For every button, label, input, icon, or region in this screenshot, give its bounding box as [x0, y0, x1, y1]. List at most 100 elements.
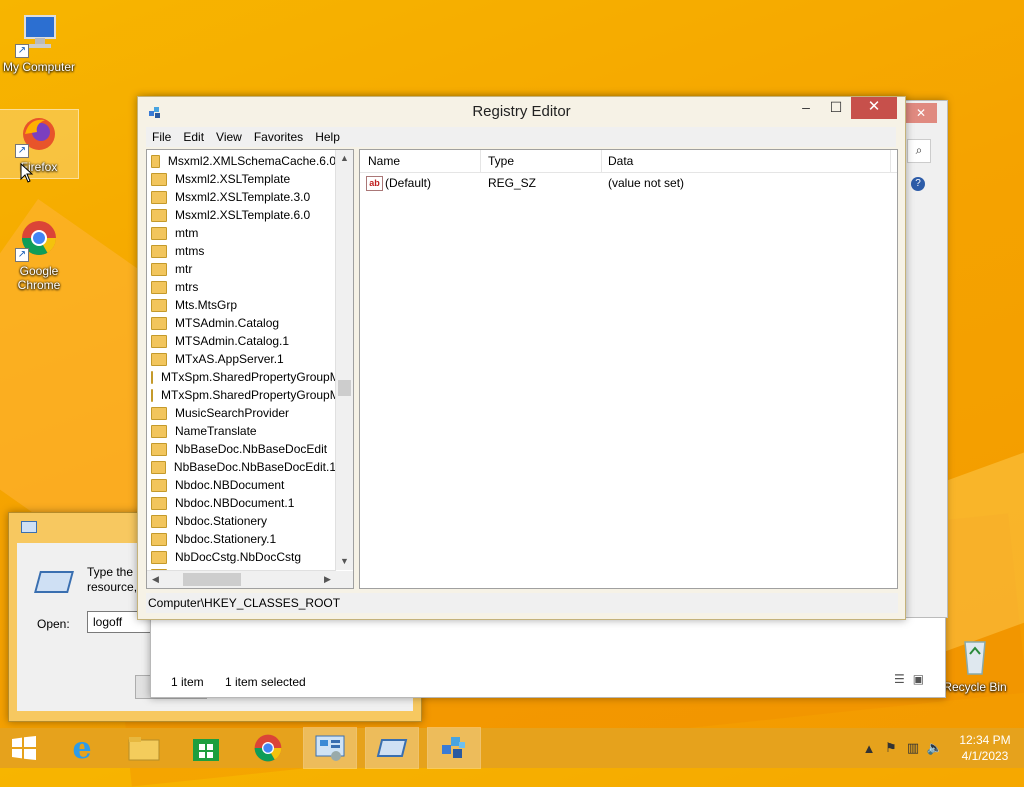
chevron-up-icon[interactable]: ▲: [858, 741, 880, 756]
volume-muted-icon[interactable]: 🔈: [924, 740, 946, 756]
tree-item[interactable]: MTSAdmin.Catalog.1: [147, 332, 336, 350]
tree-item-label: Msxml2.XSLTemplate.6.0: [175, 208, 311, 222]
desktop-icon-label: Google Chrome: [17, 264, 61, 292]
string-value-icon: ab: [366, 176, 383, 191]
tree-item[interactable]: NbBaseDoc.NbBaseDocEdit.1: [147, 458, 336, 476]
folder-icon: [151, 208, 167, 222]
details-view-icon[interactable]: ☰: [894, 672, 905, 686]
tree-item[interactable]: Nbdoc.NBDocument: [147, 476, 336, 494]
list-header: Name Type Data: [360, 150, 897, 173]
tree-item[interactable]: Msxml2.XSLTemplate: [147, 170, 336, 188]
network-icon[interactable]: ▥: [902, 740, 924, 756]
tree-vertical-scrollbar[interactable]: ▲ ▼: [335, 150, 353, 570]
taskbar-store[interactable]: [180, 728, 232, 768]
desktop-icon-recycle-bin[interactable]: Recycle Bin: [936, 630, 1014, 694]
folder-icon: [151, 334, 167, 348]
menu-help[interactable]: Help: [309, 127, 346, 147]
tree-item[interactable]: Msxml2.XMLSchemaCache.6.0: [147, 152, 336, 170]
menu-favorites[interactable]: Favorites: [248, 127, 309, 147]
folder-icon: [151, 316, 167, 330]
tree-item-label: Mts.MtsGrp: [175, 298, 237, 312]
window-title: Registry Editor: [472, 103, 571, 120]
tree-item[interactable]: MTxAS.AppServer.1: [147, 350, 336, 368]
close-icon[interactable]: ✕: [905, 103, 937, 123]
tree-item-label: Msxml2.XSLTemplate.3.0: [175, 190, 311, 204]
scroll-down-icon[interactable]: ▼: [336, 553, 353, 570]
tree-item-label: Nbdoc.Stationery: [175, 514, 268, 528]
scroll-left-icon[interactable]: ◀: [147, 571, 164, 588]
scroll-up-icon[interactable]: ▲: [336, 150, 353, 167]
registry-icon: [442, 737, 465, 758]
close-icon[interactable]: ✕: [851, 97, 897, 119]
tree-item[interactable]: Mts.MtsGrp: [147, 296, 336, 314]
column-data[interactable]: Data: [608, 154, 633, 168]
control-panel-icon: [315, 735, 345, 761]
mouse-cursor-icon: [20, 163, 34, 183]
tree-horizontal-scrollbar[interactable]: ◀ ▶: [147, 570, 336, 588]
taskbar-registry-editor[interactable]: [427, 727, 481, 769]
tree-item[interactable]: Nbdoc.Stationery: [147, 512, 336, 530]
values-list[interactable]: Name Type Data ab (Default) REG_SZ (valu…: [359, 149, 898, 589]
tree-item-label: NbBaseDoc.NbBaseDocEdit.1: [173, 460, 336, 474]
search-icon[interactable]: ⌕: [907, 139, 931, 163]
clock[interactable]: 12:34 PM 4/1/2023: [946, 732, 1024, 764]
taskbar: e ▲ ⚑ ▥ 🔈 12:34 PM 4/1/2023: [0, 727, 1024, 769]
maximize-icon[interactable]: ☐: [821, 97, 851, 119]
tree-item[interactable]: mtr: [147, 260, 336, 278]
help-icon[interactable]: ?: [911, 177, 925, 191]
value-data: (value not set): [608, 176, 685, 190]
tree-item[interactable]: mtm: [147, 224, 336, 242]
tree-item[interactable]: Nbdoc.NBDocument.1: [147, 494, 336, 512]
folder-icon: [151, 388, 153, 402]
taskbar-run[interactable]: [365, 727, 419, 769]
taskbar-chrome[interactable]: [242, 728, 294, 768]
folder-icon: [151, 442, 167, 456]
tree-item[interactable]: NameTranslate: [147, 422, 336, 440]
desktop-icon-label: Recycle Bin: [943, 680, 1007, 694]
folder-icon: [151, 496, 167, 510]
tree-item[interactable]: Msxml2.XSLTemplate.3.0: [147, 188, 336, 206]
folder-icon: [151, 154, 160, 168]
tree-item[interactable]: MTSAdmin.Catalog: [147, 314, 336, 332]
large-icons-view-icon[interactable]: ▣: [913, 672, 924, 686]
selected-count: 1 item selected: [225, 675, 306, 689]
desktop-icon-firefox[interactable]: ↗ Firefox: [0, 109, 79, 179]
tree-item-label: mtm: [175, 226, 199, 240]
tree-item[interactable]: Nbdoc.Stationery.1: [147, 530, 336, 548]
folder-icon: [151, 424, 167, 438]
value-row[interactable]: ab (Default) REG_SZ (value not set): [360, 174, 897, 192]
desktop-icon-my-computer[interactable]: ↗ My Computer: [0, 10, 78, 74]
desktop-icon-chrome[interactable]: ↗ Google Chrome: [0, 214, 78, 292]
tree-item[interactable]: MTxSpm.SharedPropertyGroupM: [147, 368, 336, 386]
scroll-thumb[interactable]: [338, 380, 351, 396]
scroll-right-icon[interactable]: ▶: [319, 571, 336, 588]
taskbar-internet-explorer[interactable]: e: [56, 728, 108, 768]
menu-file[interactable]: File: [146, 127, 177, 147]
tree-item-label: Nbdoc.NBDocument.1: [175, 496, 295, 510]
menu-view[interactable]: View: [210, 127, 248, 147]
key-tree[interactable]: Msxml2.XMLSchemaCache.6.0 Msxml2.XSLTempl…: [146, 149, 354, 589]
tree-item[interactable]: Msxml2.XSLTemplate.6.0: [147, 206, 336, 224]
column-type[interactable]: Type: [488, 154, 514, 168]
taskbar-control-panel[interactable]: [303, 727, 357, 769]
tree-item[interactable]: MTxSpm.SharedPropertyGroupM: [147, 386, 336, 404]
taskbar-file-explorer[interactable]: [118, 728, 170, 768]
tree-item[interactable]: MusicSearchProvider: [147, 404, 336, 422]
view-toggle: ☰ ▣: [894, 672, 924, 686]
tree-item[interactable]: NbBaseDoc.NbBaseDocEdit: [147, 440, 336, 458]
column-name[interactable]: Name: [368, 154, 400, 168]
tree-item-label: MTxSpm.SharedPropertyGroupM: [161, 388, 336, 402]
status-bar: Computer\HKEY_CLASSES_ROOT: [146, 593, 898, 613]
tree-item[interactable]: mtrs: [147, 278, 336, 296]
tree-item[interactable]: mtms: [147, 242, 336, 260]
menu-edit[interactable]: Edit: [177, 127, 210, 147]
minimize-icon[interactable]: –: [791, 97, 821, 119]
tree-item[interactable]: NbDocCstg.NbDocCstg: [147, 548, 336, 566]
value-name: (Default): [385, 176, 432, 190]
scroll-thumb[interactable]: [183, 573, 241, 586]
tree-item-label: Nbdoc.Stationery.1: [175, 532, 277, 546]
start-button[interactable]: [0, 728, 48, 768]
flag-icon[interactable]: ⚑: [880, 740, 902, 756]
store-icon: [193, 739, 219, 761]
folder-icon: [151, 406, 167, 420]
